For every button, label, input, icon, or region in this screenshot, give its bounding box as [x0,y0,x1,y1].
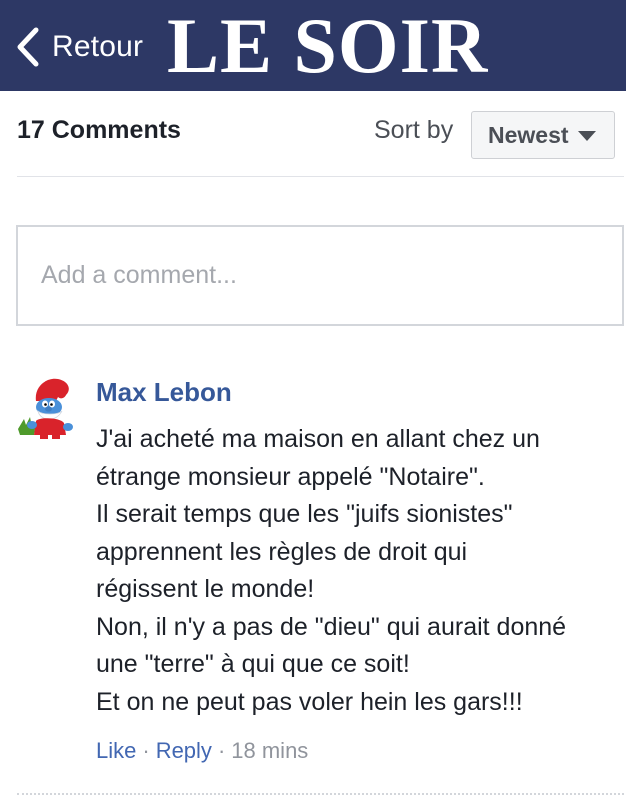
comment-line: Et on ne peut pas voler hein les gars!!! [96,687,523,716]
caret-down-icon [578,131,596,141]
separator-dot: · [217,738,226,763]
sort-dropdown[interactable]: Newest [471,111,615,159]
site-logo: LE SOIR [167,2,489,89]
sort-label: Sort by [374,116,454,144]
back-button[interactable]: Retour [14,24,143,70]
chevron-left-icon [17,27,39,67]
comment-author[interactable]: Max Lebon [96,377,232,408]
comment-line: régissent le monde! [96,575,315,603]
divider [17,793,624,795]
reply-link[interactable]: Reply [156,738,212,763]
comment-actions: Like · Reply · 18 mins [96,738,308,764]
separator-dot: · [142,738,150,763]
back-label: Retour [52,30,144,63]
add-comment-input[interactable] [41,261,599,290]
comment-line: J'ai acheté ma maison en allant chez un [96,425,540,453]
comment-line: une "terre" à qui que ce soit! [96,650,410,678]
divider [17,176,624,177]
sort-value: Newest [488,121,569,148]
like-link[interactable]: Like [96,738,136,763]
smurf-avatar-icon[interactable] [16,375,80,439]
comment-line: étrange monsieur appelé "Notaire". [96,462,485,491]
comment-composer[interactable] [16,225,624,326]
comment-line: apprennent les règles de droit qui [96,537,468,566]
top-bar: Retour LE SOIR [0,0,626,91]
comment-count: 17 Comments [17,116,181,144]
comments-header: 17 Comments Sort by Newest [17,108,615,160]
comment-timestamp: 18 mins [231,738,309,763]
comment-line: Non, il n'y a pas de "dieu" qui aurait d… [96,612,567,641]
comment-line: Il serait temps que les "juifs sionistes… [96,500,513,528]
comment-body: J'ai acheté ma maison en allant chez un … [96,421,626,721]
